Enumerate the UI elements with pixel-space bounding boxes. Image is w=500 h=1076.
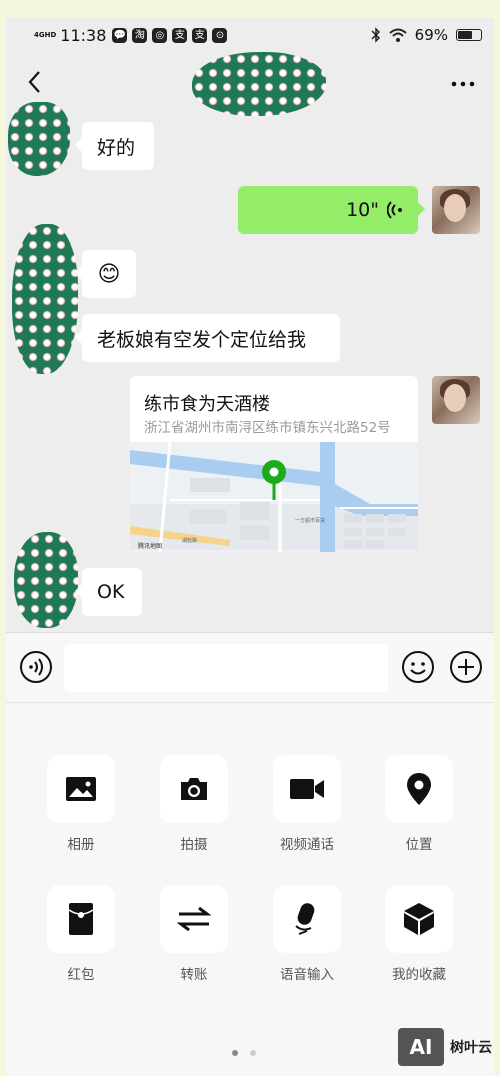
taobao-notification-icon: 淘 <box>132 27 148 43</box>
message-text: 好的 <box>97 136 136 159</box>
page-dot-active[interactable] <box>232 1050 238 1056</box>
tool-location[interactable]: 位置 <box>384 755 454 853</box>
tool-label: 红包 <box>67 967 95 983</box>
tool-transfer[interactable]: 转账 <box>159 885 229 983</box>
alipay-notification-icon-2: 支 <box>192 27 208 43</box>
page-indicator <box>232 1050 256 1056</box>
tool-video-call[interactable]: 视频通话 <box>272 755 342 853</box>
red-packet-icon <box>68 903 94 935</box>
watermark: AI 树叶云 <box>398 1028 492 1066</box>
more-options-icon[interactable] <box>448 68 478 98</box>
tool-label: 位置 <box>405 837 433 853</box>
photo-icon <box>66 777 96 801</box>
wifi-icon <box>388 28 407 42</box>
voice-message-bubble[interactable]: 10" <box>238 186 425 234</box>
message-notification-icon: 💬 <box>112 27 128 43</box>
status-bar: 4GHD 11:38 💬 淘 ◎ 支 支 ⊙ 69% <box>6 18 494 52</box>
contact-avatar[interactable] <box>14 532 78 628</box>
contact-avatar[interactable] <box>8 102 70 176</box>
tool-favorites[interactable]: 我的收藏 <box>384 885 454 983</box>
contact-name-redacted <box>192 52 326 116</box>
battery-icon <box>456 29 482 41</box>
chat-header <box>6 52 494 116</box>
tool-label: 转账 <box>180 967 208 983</box>
location-address: 浙江省湖州市南浔区练市镇东兴北路52号 <box>144 420 391 436</box>
tool-label: 语音输入 <box>280 967 334 983</box>
status-time: 11:38 <box>60 25 107 45</box>
message-text: 老板娘有空发个定位给我 <box>97 328 307 351</box>
location-icon <box>407 773 431 805</box>
message-bubble[interactable]: OK <box>75 568 142 616</box>
map-attribution: 腾讯地图 <box>138 542 162 550</box>
plus-icon[interactable] <box>448 649 484 685</box>
voice-input-icon <box>295 903 315 935</box>
map-label-shop: 一方超市百货 <box>295 517 325 524</box>
emoji-message-bubble[interactable]: 😊 <box>75 250 136 298</box>
voice-mode-icon[interactable] <box>18 649 54 685</box>
tool-label: 视频通话 <box>280 837 334 853</box>
favorites-icon <box>404 903 434 935</box>
tool-camera[interactable]: 拍摄 <box>159 755 229 853</box>
app-notification-icon: ◎ <box>152 27 168 43</box>
app-notification-icon-2: ⊙ <box>212 27 228 43</box>
tool-label: 我的收藏 <box>392 967 446 983</box>
emoji-icon[interactable] <box>400 649 436 685</box>
emoji-smile-icon: 😊 <box>97 261 121 287</box>
self-avatar[interactable] <box>432 186 480 234</box>
location-message-card[interactable]: 练市食为天酒楼 浙江省湖州市南浔区练市镇东兴北路52号 一方超市百货 湖盐路 腾… <box>130 376 418 552</box>
more-tools-panel: 相册 拍摄 视频通话 位置 红包 转账 语音输入 我的收藏 <box>6 702 494 1076</box>
tool-voice-input[interactable]: 语音输入 <box>272 885 342 983</box>
message-bubble[interactable]: 老板娘有空发个定位给我 <box>75 314 340 362</box>
notification-icons: 💬 淘 ◎ 支 支 ⊙ <box>112 27 228 43</box>
location-map[interactable]: 一方超市百货 湖盐路 腾讯地图 <box>130 442 418 552</box>
contact-avatar[interactable] <box>12 224 78 374</box>
message-bubble[interactable]: 好的 <box>75 122 154 170</box>
self-avatar[interactable] <box>432 376 480 424</box>
video-call-icon <box>290 779 324 799</box>
status-right: 69% <box>371 26 482 44</box>
alipay-notification-icon: 支 <box>172 27 188 43</box>
back-arrow-icon[interactable] <box>20 66 52 98</box>
tool-red-packet[interactable]: 红包 <box>46 885 116 983</box>
watermark-logo: AI <box>398 1028 444 1066</box>
tool-label: 相册 <box>67 837 95 853</box>
chat-screen: 4GHD 11:38 💬 淘 ◎ 支 支 ⊙ 69% 好的 10" 😊 老板娘有… <box>6 18 494 1076</box>
input-bar <box>6 632 494 702</box>
network-indicator: 4GHD <box>34 30 57 39</box>
transfer-icon <box>177 906 211 932</box>
voice-duration: 10" <box>346 199 379 221</box>
tool-photo-album[interactable]: 相册 <box>46 755 116 853</box>
voice-wave-icon <box>387 201 402 219</box>
camera-icon <box>181 778 207 800</box>
bluetooth-icon <box>371 27 380 43</box>
map-label-road: 湖盐路 <box>182 537 197 544</box>
message-input[interactable] <box>64 644 388 692</box>
location-name: 练市食为天酒楼 <box>144 394 270 415</box>
battery-percent: 69% <box>414 26 448 44</box>
tool-label: 拍摄 <box>180 837 208 853</box>
watermark-text: 树叶云 <box>450 1040 492 1056</box>
message-text: OK <box>97 581 125 603</box>
page-dot[interactable] <box>250 1050 256 1056</box>
